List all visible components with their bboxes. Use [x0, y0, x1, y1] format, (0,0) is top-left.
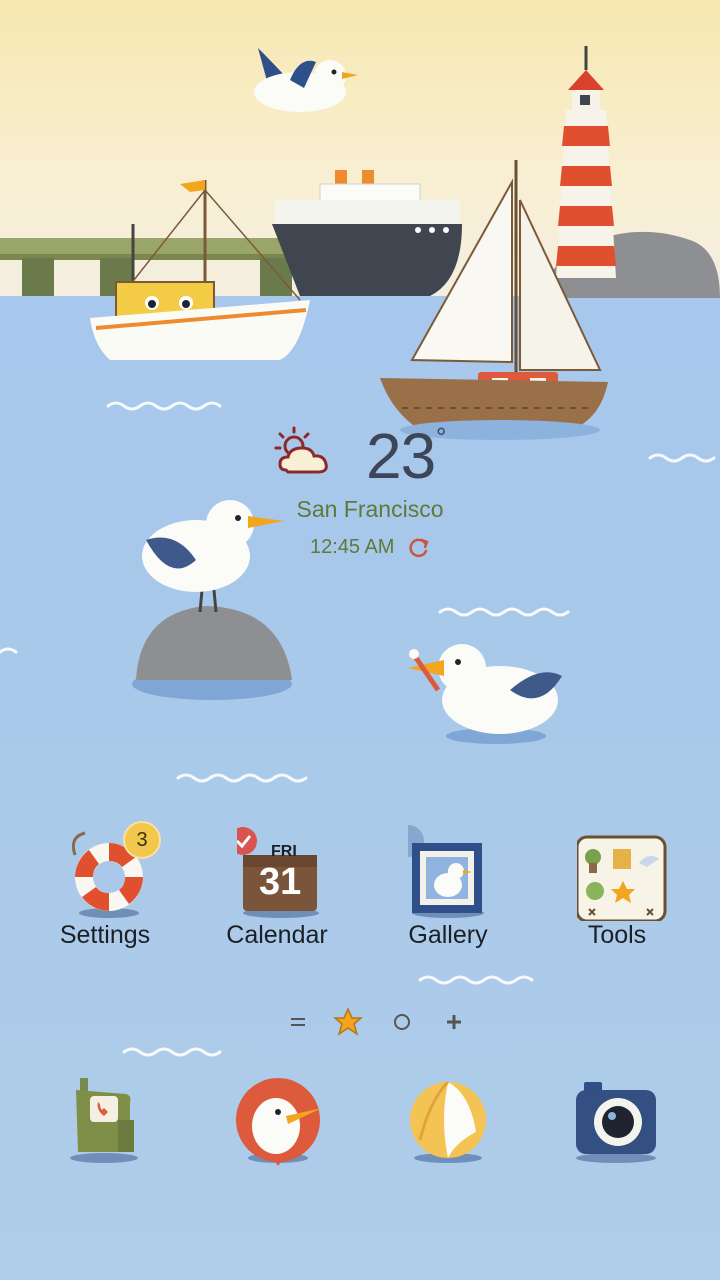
dock [0, 1070, 720, 1180]
time-row: 12:45 AM [0, 536, 720, 559]
calendar-date: 31 [259, 861, 302, 903]
refresh-icon[interactable] [408, 537, 430, 559]
degree-symbol: ° [436, 422, 447, 452]
page-indicator [280, 1004, 480, 1040]
update-time: 12:45 AM [309, 536, 395, 558]
app-calendar[interactable]: FRI 31 Calendar [202, 815, 352, 955]
app-label: Calendar [226, 921, 328, 949]
star-home-icon[interactable] [330, 1004, 366, 1040]
home-app-grid: 3 Settings FRI 31 Calendar Gallery Tools [0, 815, 720, 965]
circle-page-icon[interactable] [384, 1004, 420, 1040]
app-label: Tools [587, 921, 647, 949]
swimming-seagull-illustration [408, 644, 562, 744]
partly-sunny-cloud-icon [274, 426, 328, 474]
app-label: Settings [59, 921, 151, 949]
lighthouse-illustration [556, 46, 616, 278]
camera-icon[interactable] [568, 1070, 668, 1170]
city-name: San Francisco [296, 496, 444, 522]
menu-lines-icon[interactable] [280, 1004, 316, 1040]
calendar-day: FRI [271, 843, 297, 860]
weather-widget[interactable]: 23 ° San Francisco 12:45 AM [0, 412, 720, 572]
beach-ball-browser-icon[interactable] [400, 1070, 500, 1170]
app-settings[interactable]: 3 Settings [30, 815, 180, 955]
gallery-seagull-icon [392, 825, 498, 921]
temperature-text: 23 [366, 420, 436, 492]
phone-icon[interactable] [56, 1070, 156, 1170]
app-tools[interactable]: Tools [542, 815, 692, 955]
flying-seagull-illustration [254, 48, 358, 112]
tools-folder-icon [575, 825, 667, 923]
messages-bird-icon[interactable] [230, 1070, 330, 1170]
calendar-icon: FRI 31 [229, 825, 327, 921]
plus-icon[interactable] [436, 1004, 472, 1040]
ferry-illustration [272, 170, 462, 296]
life-ring-icon: 3 [65, 821, 161, 921]
app-gallery[interactable]: Gallery [373, 815, 523, 955]
app-label: Gallery [408, 921, 488, 949]
notification-badge: 3 [123, 821, 161, 859]
